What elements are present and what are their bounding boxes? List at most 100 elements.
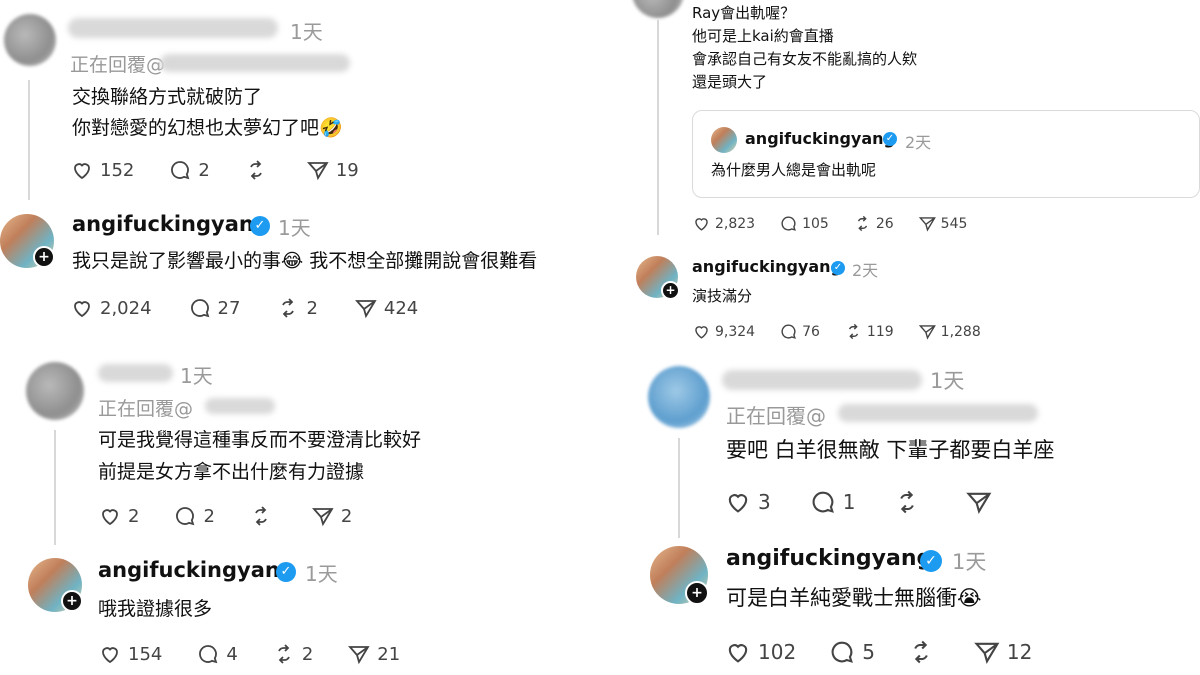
comment-icon xyxy=(781,216,797,231)
share-button[interactable] xyxy=(965,488,993,516)
send-icon xyxy=(918,217,936,232)
repost-icon xyxy=(249,160,262,180)
quoted-post[interactable]: angifuckingyang ✓ 2天 為什麼男人總是會出軌呢 xyxy=(692,110,1200,198)
verified-badge-icon: ✓ xyxy=(276,562,296,582)
timestamp: 1天 xyxy=(952,550,987,574)
blurred-mention xyxy=(205,398,275,414)
like-button[interactable]: 2 xyxy=(98,504,139,528)
comment-icon xyxy=(171,161,190,180)
like-button[interactable]: 102 xyxy=(724,638,796,666)
replying-to: 正在回覆@ xyxy=(98,398,194,420)
like-button[interactable]: 9,324 xyxy=(692,322,755,341)
follow-plus-icon[interactable]: + xyxy=(661,281,680,300)
send-icon xyxy=(974,642,1000,664)
repost-button[interactable] xyxy=(893,488,921,516)
replying-to: 正在回覆@ xyxy=(70,54,166,76)
share-count: 21 xyxy=(377,643,401,665)
repost-button[interactable]: 2 xyxy=(276,296,318,320)
like-button[interactable]: 2,024 xyxy=(70,296,152,320)
heart-icon xyxy=(74,163,90,180)
comment-button[interactable]: 2 xyxy=(168,158,210,182)
comment-button[interactable]: 5 xyxy=(828,638,875,666)
action-bar: 2,024 27 2 424 xyxy=(70,296,418,320)
heart-icon xyxy=(74,301,90,318)
thread-line xyxy=(28,80,30,200)
comment-button[interactable]: 1 xyxy=(809,488,856,516)
heart-icon xyxy=(695,218,708,231)
author-username[interactable]: angifuckingyang xyxy=(726,546,932,571)
repost-button[interactable] xyxy=(249,504,277,528)
avatar[interactable] xyxy=(26,362,84,420)
action-bar: 2 2 2 xyxy=(98,504,352,528)
comment-count: 27 xyxy=(217,297,241,319)
repost-icon xyxy=(277,644,290,664)
comment-text: 我只是說了影響最小的事😂 我不想全部攤開說會很難看 xyxy=(72,250,538,272)
author-username[interactable]: angifuckingyang xyxy=(72,212,269,236)
comment-count: 2 xyxy=(203,505,215,527)
share-button[interactable]: 2 xyxy=(311,504,352,528)
follow-plus-icon[interactable]: + xyxy=(61,590,83,612)
comment-text: 可是白羊純愛戰士無腦衝😭 xyxy=(726,586,982,610)
avatar[interactable] xyxy=(632,0,684,18)
comment-text: 交換聯絡方式就破防了 你對戀愛的幻想也太夢幻了吧🤣 xyxy=(72,86,343,139)
comment-count: 105 xyxy=(802,215,829,232)
comment-text: Ray會出軌喔？ 他可是上kai約會直播 會承認自己有女友不能亂搞的人欸 還是頭… xyxy=(692,4,918,91)
action-bar: 102 5 12 xyxy=(724,638,1032,666)
comment-count: 4 xyxy=(226,643,238,665)
like-count: 102 xyxy=(758,640,797,664)
follow-plus-icon[interactable]: + xyxy=(33,246,55,268)
repost-button[interactable]: 2 xyxy=(272,642,313,666)
repost-button[interactable]: 26 xyxy=(853,214,894,233)
send-icon xyxy=(918,325,936,340)
share-button[interactable]: 1,288 xyxy=(918,322,981,341)
follow-plus-icon[interactable]: + xyxy=(685,581,709,605)
timestamp: 1天 xyxy=(930,369,965,393)
repost-button[interactable]: 119 xyxy=(844,322,894,341)
share-count: 545 xyxy=(940,215,968,232)
comment-count: 1 xyxy=(842,490,856,514)
author-avatar xyxy=(711,127,737,153)
like-button[interactable]: 3 xyxy=(724,488,771,516)
comment-button[interactable]: 2 xyxy=(173,504,215,528)
avatar[interactable] xyxy=(648,366,710,428)
avatar[interactable] xyxy=(4,14,56,66)
comment-count: 76 xyxy=(802,323,820,340)
comment-icon xyxy=(831,641,854,663)
blurred-username xyxy=(68,18,278,38)
thread-line xyxy=(678,438,680,538)
author-username[interactable]: angifuckingyang xyxy=(692,257,842,276)
verified-badge-icon: ✓ xyxy=(920,550,942,572)
repost-icon xyxy=(900,490,915,514)
share-count: 12 xyxy=(1006,640,1033,664)
repost-button[interactable] xyxy=(907,638,935,666)
like-button[interactable]: 2,823 xyxy=(692,214,755,233)
comment-text: 要吧 白羊很無敵 下輩子都要白羊座 xyxy=(726,438,1055,462)
heart-icon xyxy=(102,509,118,526)
comment-button[interactable]: 27 xyxy=(188,296,241,320)
timestamp: 2天 xyxy=(905,133,932,152)
send-icon xyxy=(306,162,329,181)
share-button[interactable]: 545 xyxy=(918,214,968,233)
like-button[interactable]: 152 xyxy=(70,158,134,182)
quote-username: angifuckingyang xyxy=(745,129,895,148)
thread-line xyxy=(54,430,56,545)
send-icon xyxy=(348,646,370,665)
comment-button[interactable]: 76 xyxy=(779,322,820,341)
like-count: 9,324 xyxy=(715,323,756,340)
timestamp: 1天 xyxy=(278,216,311,240)
repost-button[interactable] xyxy=(244,158,272,182)
comment-button[interactable]: 4 xyxy=(196,642,238,666)
share-button[interactable]: 424 xyxy=(354,296,418,320)
share-button[interactable]: 21 xyxy=(347,642,400,666)
like-count: 2,024 xyxy=(100,297,152,319)
comment-button[interactable]: 105 xyxy=(779,214,829,233)
action-bar: 9,324 76 119 1,288 xyxy=(692,322,981,341)
action-bar: 3 1 xyxy=(724,488,993,516)
like-button[interactable]: 154 xyxy=(98,642,162,666)
send-icon xyxy=(354,300,377,319)
author-username[interactable]: angifuckingyang xyxy=(98,558,295,582)
thread-line xyxy=(657,20,659,235)
send-icon xyxy=(966,492,992,514)
share-button[interactable]: 19 xyxy=(306,158,359,182)
share-button[interactable]: 12 xyxy=(973,638,1032,666)
